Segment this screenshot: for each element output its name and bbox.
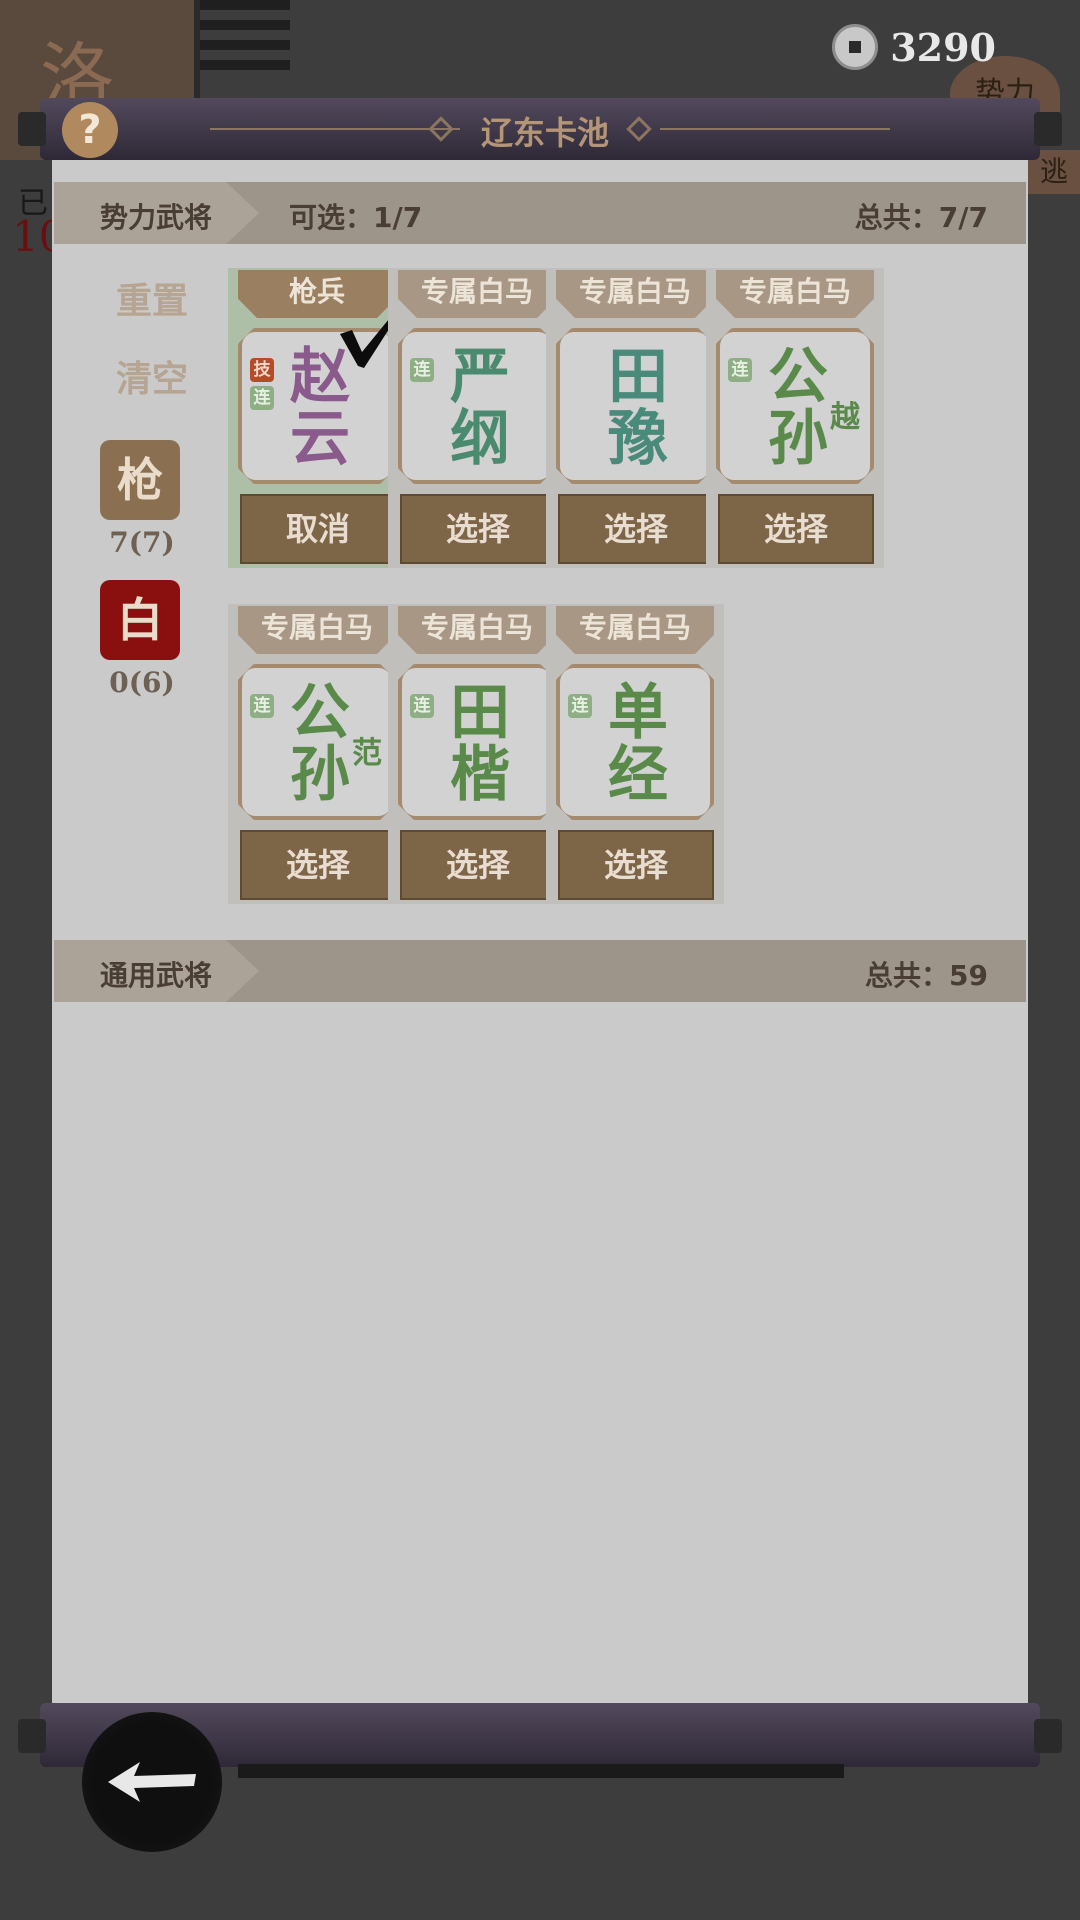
cancel-button[interactable]: 取消 [240,494,396,564]
card-portrait-frame: 单经连 [556,664,714,820]
rod-cap-left [18,112,46,146]
link-tag: 连 [728,358,752,382]
link-tag: 连 [410,694,434,718]
general-card[interactable]: 专属白马公孙越 连选择 [706,268,884,568]
card-portrait-frame: 田楷连 [398,664,556,820]
general-card[interactable]: 专属白马公孙范 连选择 [228,604,406,904]
general-section-header: 通用武将 总共：59 [54,940,1026,1002]
card-ribbon: 专属白马 [398,606,556,654]
select-button[interactable]: 选择 [558,494,714,564]
back-button[interactable] [82,1712,222,1852]
spear-type-count: 7(7) [109,526,175,559]
general-total-count: 总共：59 [865,959,988,992]
select-button[interactable]: 选择 [400,830,556,900]
rod-cap-right [1034,1719,1062,1753]
general-card[interactable]: 专属白马单经连选择 [546,604,724,904]
link-tag: 连 [250,694,274,718]
select-button[interactable]: 选择 [558,830,714,900]
general-name-char: 单 [608,678,668,748]
white-horse-type-count: 0(6) [109,666,175,699]
faction-section-label: 势力武将 [100,201,213,234]
spear-type-filter[interactable]: 枪 [100,440,180,520]
card-ribbon: 专属白马 [716,270,874,318]
faction-section-header: 势力武将 可选：1/7 总共：7/7 [54,182,1026,244]
white-horse-type-filter[interactable]: 白 [100,580,180,660]
select-button[interactable]: 选择 [718,494,874,564]
card-portrait-frame: 公孙范 连 [238,664,396,820]
rod-cap-right [1034,112,1062,146]
clear-button[interactable]: 清空 [102,350,202,402]
card-ribbon: 专属白马 [238,606,396,654]
general-name-char: 严 [450,342,510,412]
link-tag: 连 [250,386,274,410]
select-button[interactable]: 选择 [400,494,556,564]
general-name-char: 纲 [450,404,510,474]
card-ribbon: 专属白马 [556,606,714,654]
card-ribbon: 专属白马 [556,270,714,318]
diamond-ornament-right [626,116,652,142]
background-stripes [200,0,290,80]
general-name-char: 孙 [290,740,350,810]
general-section-label: 通用武将 [100,959,213,992]
scroll-top-rod: ? 辽东卡池 [18,98,1062,160]
coin-icon [832,24,879,70]
card-portrait-frame: 公孙越 连 [716,328,874,484]
card-portrait-frame: 田豫 [556,328,714,484]
general-name-char: 孙 [768,404,828,474]
general-card[interactable]: 专属白马严纲连选择 [388,268,566,568]
card-ribbon: 专属白马 [398,270,556,318]
general-name: 公孙 [758,346,838,470]
bottom-bar [238,1764,844,1778]
help-button[interactable]: ? [62,102,118,158]
rod-cap-left [18,1719,46,1753]
general-name-char: 豫 [608,404,668,474]
currency-display: 3290 [832,24,996,70]
general-name: 严纲 [440,346,520,470]
diamond-ornament-left [428,116,454,142]
optional-count: 可选：1/7 [289,201,423,234]
reset-button[interactable]: 重置 [102,272,202,324]
general-name: 公孙 [280,682,360,806]
select-button[interactable]: 选择 [240,830,396,900]
faction-total-count: 总共：7/7 [854,201,988,234]
title-line-right [660,128,890,130]
general-name-char: 公 [768,342,828,412]
general-card[interactable]: 专属白马田豫选择 [546,268,724,568]
general-name-char: 楷 [450,740,510,810]
general-name-char: 云 [290,404,350,474]
pool-title: 辽东卡池 [480,114,609,152]
back-arrow-icon [108,1762,196,1802]
title-line-left [210,128,460,130]
general-name-char: 田 [450,678,510,748]
general-name-char: 田 [608,342,668,412]
general-name-char: 公 [290,678,350,748]
link-tag: 连 [410,358,434,382]
general-name: 单经 [598,682,678,806]
general-card[interactable]: 专属白马田楷连选择 [388,604,566,904]
link-tag: 连 [568,694,592,718]
general-name: 田楷 [440,682,520,806]
general-card[interactable]: 枪兵赵云技连取消 [228,268,406,568]
general-name-suffix: 越 [830,400,860,435]
skill-tag: 技 [250,358,274,382]
card-portrait-frame: 严纲连 [398,328,556,484]
general-name-char: 经 [608,740,668,810]
general-name: 田豫 [598,346,678,470]
coin-value: 3290 [890,24,996,70]
pool-panel: 势力武将 可选：1/7 总共：7/7 重置 清空 枪 7(7) 白 0(6) 枪… [52,160,1028,1705]
general-name-suffix: 范 [352,736,382,771]
